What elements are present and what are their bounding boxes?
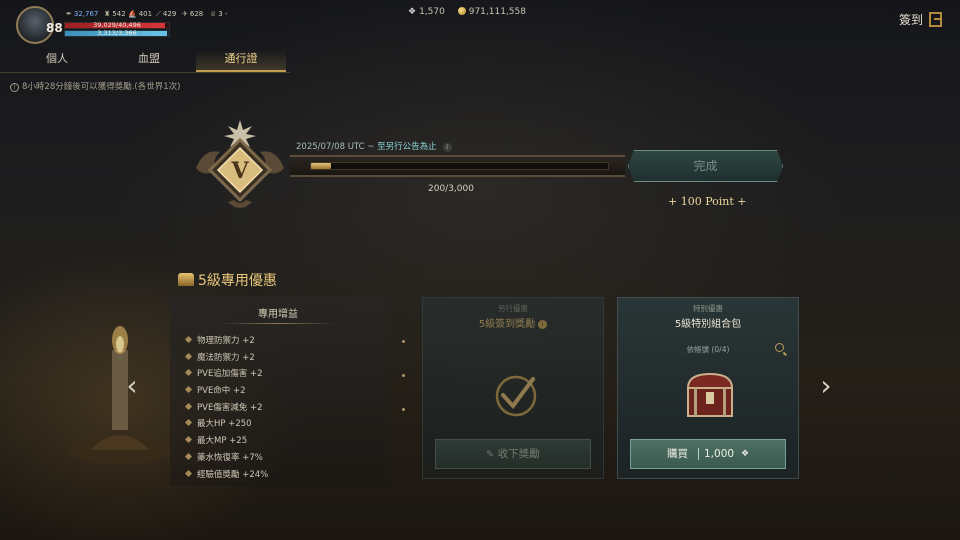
diamond-bullet-icon [184, 402, 193, 410]
hp-bar: 39,029/40,496 [64, 21, 170, 29]
panel-divider-dots [402, 340, 406, 460]
stat-a: ♜ 542 [104, 10, 126, 18]
points-reward: + 100 Point + [668, 195, 747, 208]
reward-notice: ! 8小時28分鐘後可以獲得獎勵.(各世界1次) [10, 80, 180, 92]
exit-icon[interactable] [929, 12, 942, 27]
next-arrow-icon[interactable]: › [818, 372, 834, 402]
player-level: 88 [46, 21, 63, 35]
candle-decoration [68, 326, 172, 464]
sword-icon: ⟋ [156, 10, 161, 18]
buff-item: PVE命中 +2 [184, 383, 268, 400]
mp-bar: 3,313/3,366 [64, 29, 170, 37]
section-title: 5級專用優惠 [178, 270, 277, 290]
card-name: 5級簽到獎勵 i [423, 315, 603, 330]
special-bundle-card: 特別優惠 5級特別組合包 依帳號 (0/4) 購買 1,000 ❖ [617, 297, 799, 479]
buff-item: 經驗值獎勵 +24% [184, 467, 268, 484]
diamond-bullet-icon [184, 436, 193, 444]
pass-progress-bar [290, 155, 625, 177]
pass-level-emblem: V [196, 120, 284, 208]
diamond-icon: ❖ [408, 7, 417, 17]
diamond-bullet-icon [184, 335, 193, 344]
info-icon: ! [10, 83, 19, 92]
diamond-bullet-icon [184, 469, 193, 477]
checkin-reward-card: 另行優惠 5級簽到獎勵 i ✎ 收下獎勵 [422, 297, 604, 479]
gold-coin-icon [457, 7, 466, 15]
tab-divider [0, 72, 290, 73]
stat-d: ✈ 628 [182, 10, 204, 18]
gem-amount: 1,570 [419, 7, 445, 17]
buff-item: 魔法防禦力 +2 [184, 350, 268, 367]
diamond-icon: ❖ [741, 449, 750, 459]
buy-label: 購買 [667, 448, 688, 460]
mp-text: 3,313/3,366 [97, 29, 137, 37]
info-icon[interactable]: i [538, 320, 548, 329]
diamond-bullet-icon [184, 419, 193, 427]
diamond-bullet-icon [184, 452, 193, 460]
emblem-letter: V [230, 158, 249, 184]
prev-arrow-icon[interactable]: ‹ [124, 372, 140, 402]
checkin-label: 簽到 [898, 13, 923, 27]
hand-icon: ✎ [486, 450, 494, 460]
card-category: 另行優惠 [498, 304, 528, 313]
tab-pass[interactable]: 通行證 [196, 50, 286, 72]
complete-button[interactable]: 完成 [628, 150, 783, 182]
buff-item: 藥水恢復率 +7% [184, 450, 268, 467]
tab-clan[interactable]: 血盟 [104, 50, 194, 72]
card-name: 5級特別組合包 [674, 319, 742, 330]
hp-text: 39,029/40,496 [93, 21, 141, 29]
buff-item: 最大MP +25 [184, 433, 268, 450]
stat-c: ⟋ 429 [156, 10, 177, 18]
purchase-limit: 依帳號 (0/4) [686, 345, 730, 354]
buff-item: PVE追加傷害 +2 [184, 366, 268, 383]
pass-period: 2025/07/08 UTC ~ 至另行公告為止 i [296, 140, 452, 152]
card-category: 特別優惠 [693, 304, 723, 313]
tab-personal[interactable]: 個人 [12, 50, 102, 72]
checkin-exit[interactable]: 簽到 [899, 11, 942, 28]
buff-divider [220, 323, 336, 324]
price-value: 1,000 [704, 448, 735, 460]
stat-b: ⛵ 401 [128, 10, 153, 18]
diamond-bullet-icon [184, 369, 193, 377]
bird-icon: ✈ [182, 10, 188, 18]
gold-amount: 971,111,558 [468, 7, 526, 17]
diamond-bullet-icon [184, 386, 193, 394]
price-separator [698, 448, 699, 460]
buff-list: 物理防禦力 +2 魔法防禦力 +2 PVE追加傷害 +2 PVE命中 +2 PV… [184, 333, 268, 484]
buff-title: 專用增益 [258, 309, 298, 320]
currency-display: ❖ 1,570 971,111,558 [408, 7, 526, 17]
ship-icon: ⛵ [128, 10, 137, 18]
buff-item: PVE傷害減免 +2 [184, 400, 268, 417]
trophy-icon: ♕ [210, 10, 217, 18]
feather-icon: ✒ [66, 10, 72, 18]
info-icon[interactable]: i [442, 143, 452, 152]
treasure-chest-icon [686, 372, 734, 417]
buff-item: 最大HP +250 [184, 416, 268, 433]
checkmark-icon [495, 375, 537, 417]
castle-icon: ♜ [104, 10, 111, 18]
chest-icon [178, 273, 194, 286]
combat-power: ✒ 32,767 [66, 10, 99, 18]
stat-e: ♕ 3 - [210, 10, 228, 18]
buy-button[interactable]: 購買 1,000 ❖ [630, 439, 786, 469]
buff-item: 物理防禦力 +2 [184, 333, 268, 350]
magnifier-icon[interactable] [775, 343, 784, 352]
buff-panel: 專用增益 物理防禦力 +2 魔法防禦力 +2 PVE追加傷害 +2 PVE命中 … [170, 296, 386, 486]
progress-text: 200/3,000 [428, 184, 474, 194]
progress-track [310, 162, 609, 170]
diamond-bullet-icon [184, 352, 193, 360]
claim-reward-button[interactable]: ✎ 收下獎勵 [435, 439, 591, 469]
progress-fill [311, 163, 331, 169]
